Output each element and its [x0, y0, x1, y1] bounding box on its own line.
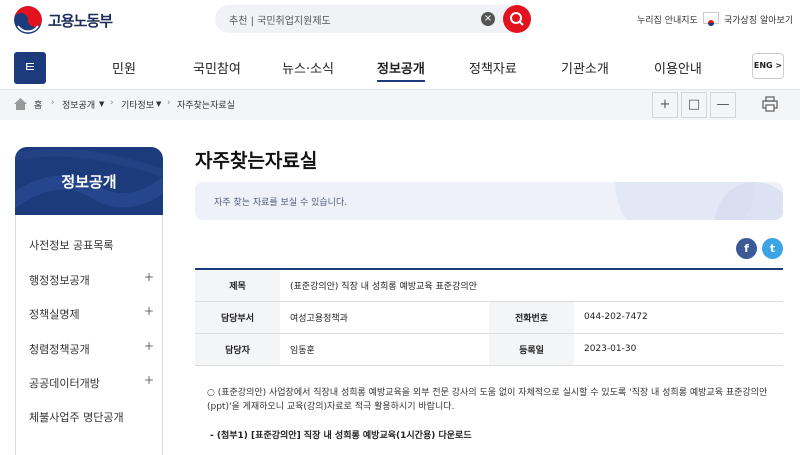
expand-icon[interactable]: + — [144, 339, 154, 353]
breadcrumb-current: 자주찾는자료실 — [177, 101, 235, 111]
info-box: 자주 찾는 자료를 보실 수 있습니다. — [195, 182, 783, 220]
breadcrumb-separator: › — [167, 98, 171, 108]
nav-item-about[interactable]: 기관소개 — [561, 58, 609, 77]
facebook-icon[interactable]: f — [736, 238, 757, 259]
post-body: ○ (표준강의안) 사업장에서 직장내 성희롱 예방교육을 외부 전문 강사의 … — [207, 388, 768, 412]
date-value: 2023-01-30 — [574, 333, 783, 366]
twitter-icon[interactable]: t — [762, 238, 783, 259]
download-link[interactable]: - (첨부1) [표준강의안] 직장 내 성희롱 예방교육(1시간용) 다운로드 — [210, 428, 472, 441]
language-button[interactable]: ENG > — [752, 53, 784, 79]
expand-icon[interactable]: + — [144, 270, 154, 284]
nav-item-info-disclosure[interactable]: 정보공개 — [377, 58, 425, 82]
breadcrumb-separator: › — [51, 98, 55, 108]
nav-item-news[interactable]: 뉴스·소식 — [282, 58, 334, 77]
phone-label: 전화번호 — [489, 301, 574, 334]
breadcrumb-home[interactable]: 홈 — [34, 98, 42, 111]
sidebar-item-unpaid-employers[interactable]: 체불사업주 명단공개 — [29, 409, 124, 425]
info-text: 자주 찾는 자료를 보실 수 있습니다. — [214, 198, 348, 208]
sidebar-menu: 사전정보 공표목록 행정정보공개 + 정책실명제 + 청렴정책공개 + 공공데이… — [15, 215, 163, 455]
national-symbol-link[interactable]: 국가상징 알아보기 — [724, 13, 793, 26]
person-value: 임동훈 — [280, 333, 489, 366]
expand-icon[interactable]: + — [144, 304, 154, 318]
home-icon[interactable] — [14, 98, 27, 110]
chevron-down-icon[interactable]: ▼ — [99, 100, 104, 108]
sidebar-item-integrity[interactable]: 청렴정책공개 — [29, 341, 90, 357]
taegeuk-logo-icon — [14, 6, 42, 34]
search-button[interactable] — [503, 5, 531, 33]
main-nav: ㅌ 민원 국민참여 뉴스·소식 정보공개 정책자료 기관소개 이용안내 ENG … — [0, 40, 800, 90]
breadcrumb-info[interactable]: 정보공개 — [62, 98, 95, 111]
print-icon[interactable] — [762, 96, 778, 112]
expand-icon[interactable]: + — [144, 373, 154, 387]
clear-icon[interactable]: × — [481, 12, 495, 26]
top-header: 고용노동부 추천 | 국민취업지원제도 × 누리집 안내지도 국가상징 알아보기 — [0, 0, 800, 40]
person-label: 담당자 — [195, 333, 280, 366]
zoom-in-button[interactable]: + — [652, 92, 678, 118]
sitemap-link[interactable]: 누리집 안내지도 — [637, 13, 698, 26]
sidebar-item-public-data[interactable]: 공공데이터개방 — [29, 375, 100, 391]
breadcrumb-separator: › — [110, 98, 114, 108]
table-row: 담당자 임동훈 등록일 2023-01-30 — [195, 333, 783, 366]
nav-item-complaints[interactable]: 민원 — [112, 58, 136, 77]
nav-item-policy[interactable]: 정책자료 — [469, 58, 517, 77]
search-input[interactable]: 추천 | 국민취업지원제도 — [229, 12, 331, 27]
sidebar-title: 정보공개 — [61, 173, 117, 191]
page-title: 자주찾는자료실 — [195, 150, 318, 172]
logo-text: 고용노동부 — [48, 11, 113, 30]
zoom-reset-button[interactable]: □ — [681, 92, 707, 118]
logo[interactable]: 고용노동부 — [14, 6, 113, 34]
menu-button[interactable]: ㅌ — [14, 52, 46, 84]
nav-item-participation[interactable]: 국민참여 — [193, 58, 241, 77]
sidebar-item-policy-realname[interactable]: 정책실명제 — [29, 306, 80, 322]
post-meta-table: 제목 (표준강의안) 직장 내 성희롱 예방교육 표준강의안 담당부서 여성고용… — [195, 268, 783, 366]
table-row: 담당부서 여성고용정책과 전화번호 044-202-7472 — [195, 301, 783, 334]
chevron-down-icon[interactable]: ▼ — [156, 100, 161, 108]
dept-value: 여성고용정책과 — [280, 301, 489, 334]
breadcrumb: 홈 › 정보공개 ▼ › 기타정보 ▼ › 자주찾는자료실 + □ — — [0, 90, 800, 120]
dept-label: 담당부서 — [195, 301, 280, 334]
korea-flag-icon — [703, 12, 719, 26]
subject-label: 제목 — [195, 269, 280, 302]
phone-value: 044-202-7472 — [574, 301, 783, 334]
zoom-out-button[interactable]: — — [710, 92, 736, 118]
breadcrumb-other[interactable]: 기타정보 — [121, 98, 154, 111]
sidebar-item-admin-info[interactable]: 행정정보공개 — [29, 272, 90, 288]
subject-value: (표준강의안) 직장 내 성희롱 예방교육 표준강의안 — [280, 269, 783, 302]
sidebar-header: 정보공개 — [15, 147, 163, 215]
table-row: 제목 (표준강의안) 직장 내 성희롱 예방교육 표준강의안 — [195, 269, 783, 302]
search-bar[interactable]: 추천 | 국민취업지원제도 × — [215, 5, 531, 33]
nav-item-guide[interactable]: 이용안내 — [654, 58, 702, 77]
search-icon — [510, 12, 524, 26]
sidebar-item-pre-disclosure[interactable]: 사전정보 공표목록 — [29, 237, 113, 253]
date-label: 등록일 — [489, 333, 574, 366]
